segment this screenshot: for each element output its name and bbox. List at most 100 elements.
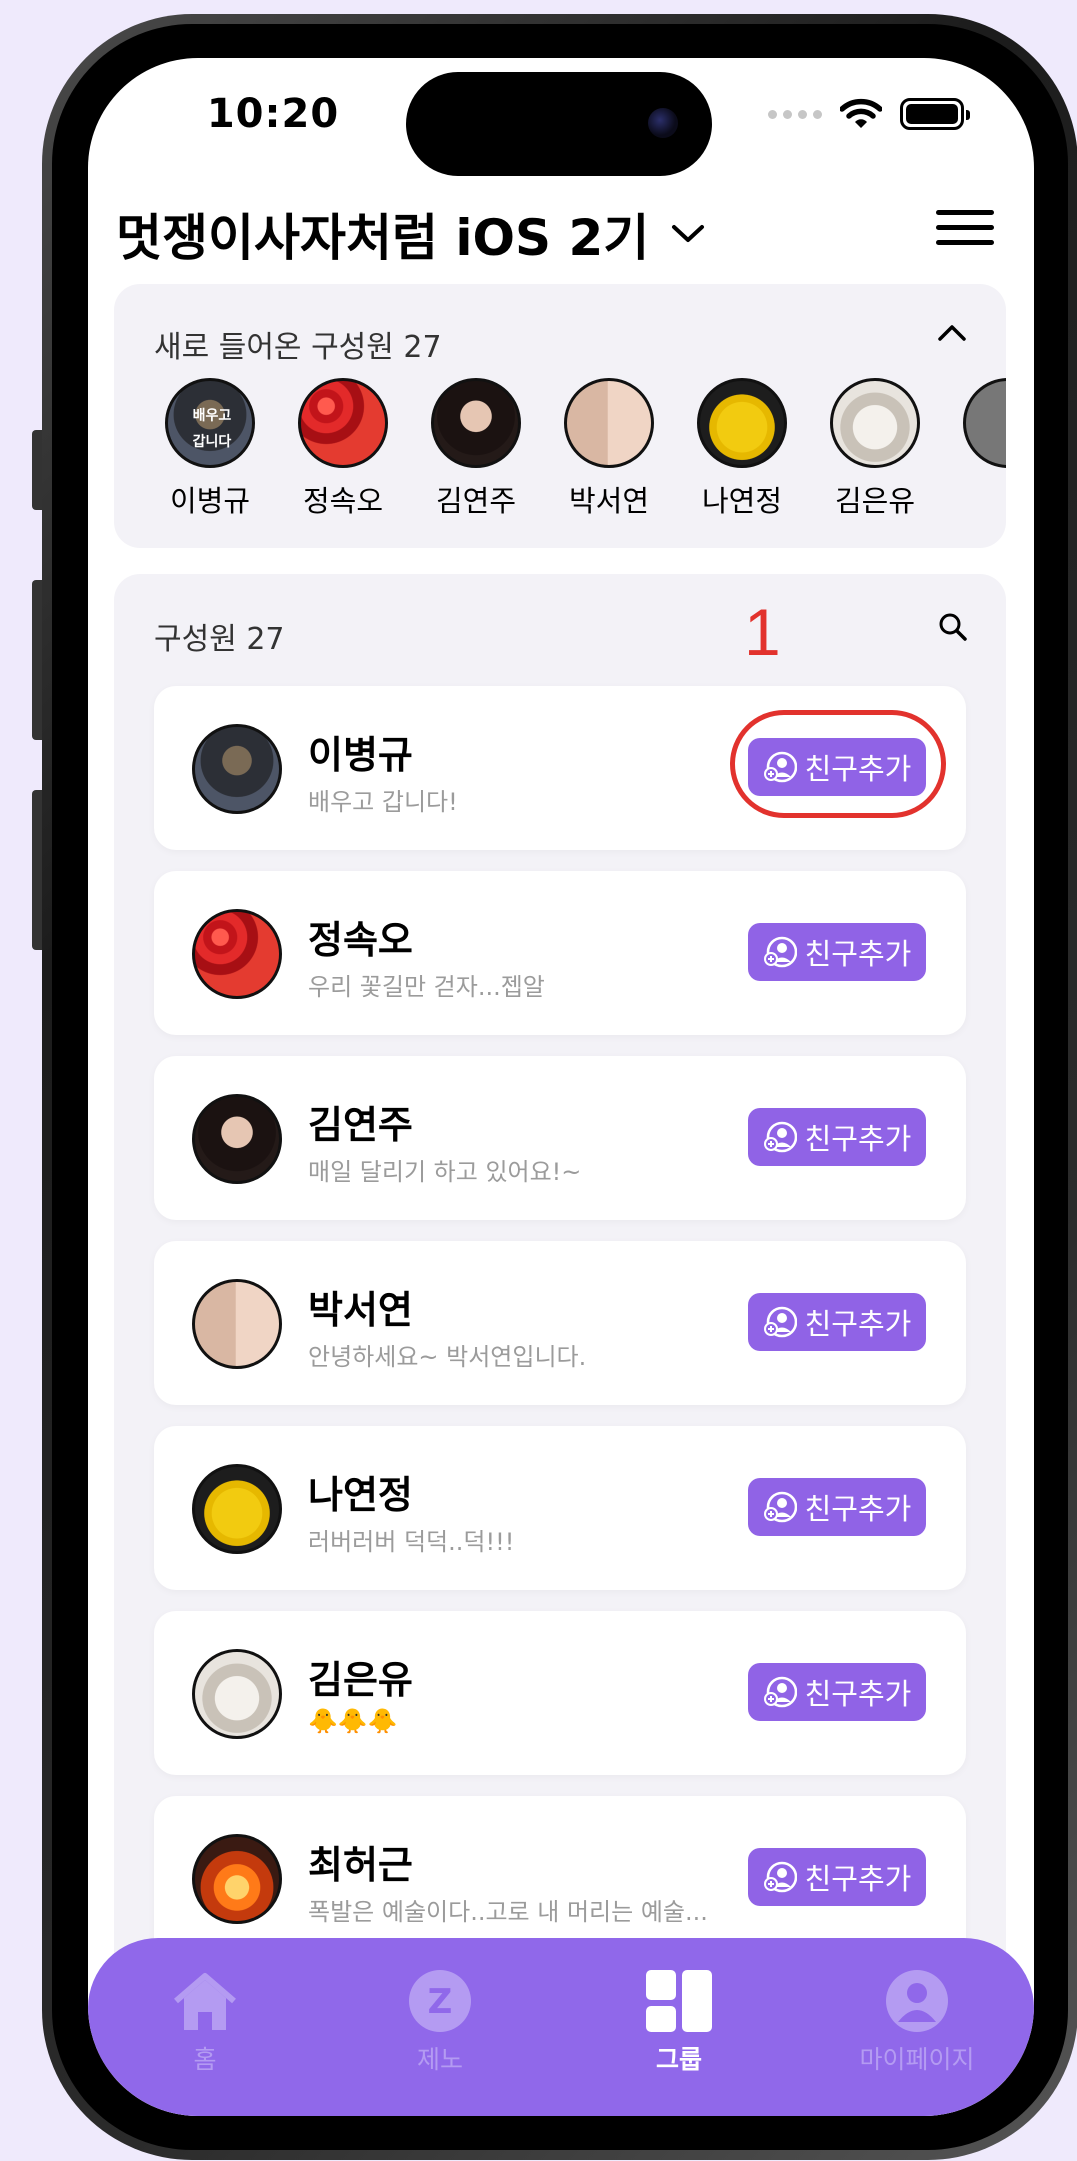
- member-name: 최허근: [308, 1843, 413, 1887]
- add-friend-label: 친구추가: [804, 937, 912, 971]
- volume-up-button: [32, 580, 42, 740]
- member-status: 우리 꽃길만 걷자...젭알: [308, 973, 545, 1001]
- add-friend-button[interactable]: 친구추가: [748, 738, 926, 796]
- add-user-icon: [763, 1306, 797, 1338]
- avatar: 배우고 갑니다: [165, 378, 255, 468]
- new-members-section: 새로 들어온 구성원 27 배우고 갑니다 이병규 정속오 김연주 박서연 나연…: [114, 284, 1006, 548]
- svg-text:Z: Z: [428, 1982, 453, 2022]
- member-row[interactable]: 김연주 매일 달리기 하고 있어요!~ 친구추가: [154, 1056, 966, 1220]
- search-icon[interactable]: [938, 612, 968, 642]
- avatar: [963, 378, 1006, 468]
- add-user-icon: [763, 751, 797, 783]
- member-name: 이병규: [308, 733, 413, 777]
- new-member-name: 나연정: [701, 484, 783, 518]
- avatar: [431, 378, 521, 468]
- member-row[interactable]: 이병규 배우고 갑니다! 친구추가: [154, 686, 966, 850]
- add-friend-label: 친구추가: [804, 1122, 912, 1156]
- page-title: 멋쟁이사자처럼 iOS 2기: [116, 209, 650, 267]
- new-members-list: 배우고 갑니다 이병규 정속오 김연주 박서연 나연정 김은유: [150, 378, 1006, 518]
- new-member-name: 박서연: [568, 484, 650, 518]
- person-icon: [886, 1970, 948, 2032]
- member-status: 배우고 갑니다!: [308, 788, 458, 816]
- tab-group[interactable]: 그룹: [599, 1968, 759, 2076]
- group-title-dropdown[interactable]: 멋쟁이사자처럼 iOS 2기: [116, 198, 705, 270]
- status-icons: [768, 98, 970, 130]
- status-time: 10:20: [206, 91, 340, 137]
- camera-icon: [648, 108, 678, 138]
- add-friend-button[interactable]: 친구추가: [748, 1848, 926, 1906]
- member-row[interactable]: 정속오 우리 꽃길만 걷자...젭알 친구추가: [154, 871, 966, 1035]
- tab-mypage[interactable]: 마이페이지: [837, 1968, 997, 2076]
- member-name: 정속오: [308, 918, 413, 962]
- add-friend-label: 친구추가: [804, 1677, 912, 1711]
- member-row[interactable]: 박서연 안녕하세요~ 박서연입니다. 친구추가: [154, 1241, 966, 1405]
- tab-zeno[interactable]: Z 제노: [360, 1968, 520, 2076]
- new-member-item-partial[interactable]: [948, 378, 1006, 468]
- app-screen: 10:20 멋쟁이사자처럼 iOS 2기 새로 들어온 구성원 27 배우고 갑…: [88, 58, 1034, 2116]
- add-friend-button[interactable]: 친구추가: [748, 1663, 926, 1721]
- mute-switch: [32, 430, 42, 510]
- home-icon: [174, 1973, 236, 2030]
- add-friend-button[interactable]: 친구추가: [748, 1478, 926, 1536]
- tab-label: 홈: [193, 2045, 217, 2074]
- chevron-down-icon: [672, 225, 705, 242]
- new-member-item[interactable]: 박서연: [549, 378, 669, 518]
- add-user-icon: [763, 936, 797, 968]
- add-user-icon: [763, 1676, 797, 1708]
- add-friend-button[interactable]: 친구추가: [748, 1293, 926, 1351]
- new-member-name: 이병규: [169, 484, 251, 518]
- member-row[interactable]: 김은유 🐥🐥🐥 친구추가: [154, 1611, 966, 1775]
- chevron-up-icon[interactable]: [936, 322, 968, 344]
- new-member-item[interactable]: 정속오: [283, 378, 403, 518]
- avatar: [192, 1464, 282, 1554]
- new-member-item[interactable]: 김연주: [416, 378, 536, 518]
- member-name: 김연주: [308, 1103, 413, 1147]
- members-title: 구성원 27: [154, 622, 285, 657]
- add-friend-button[interactable]: 친구추가: [748, 1108, 926, 1166]
- member-name: 김은유: [308, 1658, 413, 1702]
- wifi-icon: [840, 98, 882, 128]
- member-status: 안녕하세요~ 박서연입니다.: [308, 1343, 587, 1371]
- members-section: 구성원 27 1 이병규 배우고 갑니다! 친구추가 정속오 우리 꽃길만 걷자…: [114, 574, 1006, 2116]
- member-name: 박서연: [308, 1288, 413, 1332]
- avatar: [192, 909, 282, 999]
- cellular-signal-icon: [768, 109, 822, 119]
- member-status: 🐥🐥🐥: [308, 1707, 398, 1735]
- avatar: [697, 378, 787, 468]
- avatar-caption: 배우고 갑니다: [192, 408, 232, 450]
- member-status: 러버러버 덕덕..덕!!!: [308, 1528, 515, 1556]
- add-friend-label: 친구추가: [804, 1307, 912, 1341]
- member-row[interactable]: 나연정 러버러버 덕덕..덕!!! 친구추가: [154, 1426, 966, 1590]
- new-members-title: 새로 들어온 구성원 27: [154, 330, 442, 365]
- tab-label: 마이페이지: [859, 2045, 975, 2074]
- avatar: [192, 724, 282, 814]
- zeno-z-icon: Z: [409, 1970, 471, 2032]
- group-grid-icon: [646, 1970, 712, 2032]
- annotation-number: 1: [744, 595, 781, 669]
- member-name: 나연정: [308, 1473, 413, 1517]
- avatar: [564, 378, 654, 468]
- tab-home[interactable]: 홈: [125, 1968, 285, 2076]
- new-member-item[interactable]: 나연정: [682, 378, 802, 518]
- add-user-icon: [763, 1491, 797, 1523]
- add-friend-label: 친구추가: [804, 1492, 912, 1526]
- tab-label: 제노: [416, 2045, 463, 2074]
- volume-down-button: [32, 790, 42, 950]
- avatar: [192, 1094, 282, 1184]
- new-member-name: 정속오: [302, 484, 384, 518]
- member-status: 매일 달리기 하고 있어요!~: [308, 1158, 582, 1186]
- avatar: [192, 1649, 282, 1739]
- avatar: [830, 378, 920, 468]
- new-member-name: 김연주: [435, 484, 517, 518]
- new-member-item[interactable]: 김은유: [815, 378, 935, 518]
- add-friend-button[interactable]: 친구추가: [748, 923, 926, 981]
- battery-icon: [900, 98, 970, 130]
- member-row[interactable]: 최허근 폭발은 예술이다..고로 내 머리는 예술... 친구추가: [154, 1796, 966, 1960]
- menu-icon[interactable]: [936, 210, 994, 246]
- tab-label: 그룹: [655, 2045, 702, 2074]
- add-user-icon: [763, 1861, 797, 1893]
- new-member-item[interactable]: 배우고 갑니다 이병규: [150, 378, 270, 518]
- new-member-name: 김은유: [834, 484, 916, 518]
- add-friend-label: 친구추가: [804, 1862, 912, 1896]
- avatar: [192, 1279, 282, 1369]
